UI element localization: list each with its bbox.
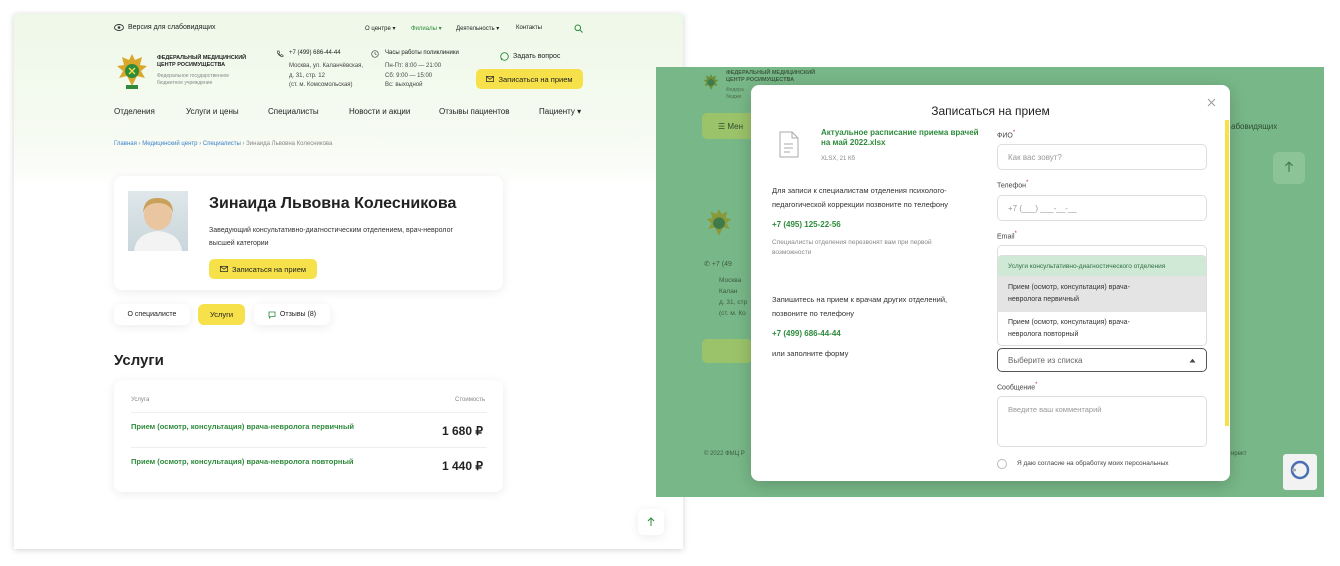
phone-label: Телефон* (997, 180, 1029, 190)
accessibility-link[interactable]: Версия для слабовидящих (114, 24, 216, 31)
schedule-file-link[interactable]: Актуальное расписание приема врачей на м… (821, 128, 979, 148)
bg-accessibility-text: абовидящих (1231, 122, 1278, 131)
fio-input[interactable]: Как вас зовут? (997, 144, 1207, 170)
consent-checkbox[interactable] (997, 459, 1007, 469)
phone-link-2[interactable]: +7 (499) 686-44-44 (772, 329, 841, 338)
service-row-1-price: 1 680 ₽ (442, 424, 483, 438)
info-block-1-note: Специалисты отделения перезвонят вам при… (772, 239, 932, 256)
message-label: Сообщение* (997, 382, 1038, 392)
logo-emblem (703, 74, 719, 90)
nav-branches[interactable]: Филиалы ▾ (411, 25, 442, 32)
bg-address: Москва Калан д. 31, стр (ст. м. Ко (719, 277, 748, 317)
info-block-1: Для записи к специалистам отделения псих… (772, 186, 948, 209)
message-textarea[interactable]: Введите ваш комментарий (997, 396, 1207, 447)
file-meta: XLSX, 21 Кб (821, 156, 855, 162)
service-row-2-price: 1 440 ₽ (442, 459, 483, 473)
header-phone[interactable]: +7 (499) 686-44-44 (289, 50, 341, 56)
breadcrumb-current: Зинаида Львовна Колесникова (246, 141, 333, 147)
eye-icon (114, 24, 124, 31)
envelope-icon (486, 76, 495, 82)
bg-menu-label: ☰ Мен (718, 122, 744, 131)
scroll-top-button[interactable] (638, 509, 664, 535)
file-icon (779, 131, 799, 158)
main-nav-services[interactable]: Услуги и цены (186, 107, 239, 116)
chevron-up-icon (1189, 358, 1196, 363)
dropdown-option[interactable]: Прием (осмотр, консультация) врача- невр… (998, 312, 1206, 345)
logo-emblem (706, 209, 732, 236)
accessibility-label: Версия для слабовидящих (128, 24, 216, 31)
divider (131, 412, 487, 413)
arrow-up-icon (1284, 161, 1294, 172)
bg-logo-title: ФЕДЕРАЛЬНЫЙ МЕДИЦИНСКИЙ ЦЕНТР РОСИМУЩЕСТ… (726, 70, 816, 83)
phone-icon (276, 50, 284, 58)
clock-icon (371, 50, 379, 58)
breadcrumb-home[interactable]: Главная (114, 141, 137, 147)
doctor-photo (128, 191, 188, 251)
hours-list: Пн-Пт: 8:00 — 21:00 Сб: 9:00 — 15:00 Вс:… (385, 63, 442, 88)
dropdown-option[interactable]: Прием (осмотр, консультация) врача- невр… (998, 276, 1206, 312)
tab-reviews[interactable]: Отзывы (8) (254, 304, 330, 325)
tab-services[interactable]: Услуги (198, 304, 245, 325)
search-icon[interactable] (574, 24, 583, 33)
bg-logo-sub: Федера бюдже (726, 87, 744, 100)
bg-footer-right: ирект (1231, 451, 1247, 457)
logo-subtitle: Федеральное государственное бюджетное уч… (157, 73, 230, 86)
chat-icon (268, 311, 276, 319)
main-nav-departments[interactable]: Отделения (114, 107, 155, 116)
col-price-header: Стоимость (455, 397, 486, 403)
recaptcha-badge (1283, 454, 1317, 490)
fio-label: ФИО* (997, 130, 1016, 140)
email-label: Email* (997, 231, 1017, 241)
tab-about[interactable]: О специалисте (114, 304, 190, 325)
breadcrumb: Главная › Медицинский центр › Специалист… (114, 141, 333, 147)
doctor-position: Заведующий консультативно-диагностически… (209, 227, 454, 247)
divider (131, 447, 487, 448)
nav-activity[interactable]: Деятельность ▾ (456, 25, 499, 32)
phone-input[interactable]: +7 (___) ___-__-__ (997, 195, 1207, 221)
recaptcha-icon (1290, 460, 1310, 480)
breadcrumb-center[interactable]: Медицинский центр (142, 141, 197, 147)
main-nav-patient[interactable]: Пациенту ▾ (539, 107, 581, 116)
breadcrumb-specialists[interactable]: Специалисты (203, 141, 241, 147)
close-icon[interactable] (1207, 98, 1216, 107)
main-nav-specialists[interactable]: Специалисты (268, 107, 319, 116)
phone-link-1[interactable]: +7 (495) 125-22-56 (772, 220, 841, 229)
dropdown-group-label: Услуги консультативно-диагностического о… (998, 256, 1206, 276)
nav-contacts[interactable]: Контакты (516, 25, 542, 31)
main-nav-news[interactable]: Новости и акции (349, 107, 410, 116)
service-select[interactable]: Выберите из списка (997, 348, 1207, 372)
service-row-1-name[interactable]: Прием (осмотр, консультация) врача-невро… (131, 422, 354, 431)
bg-footer: © 2022 ФМЦ Р (704, 451, 745, 457)
info-block-2: Запишитесь на прием к врачам других отде… (772, 295, 948, 318)
modal-title: Записаться на прием (931, 104, 1050, 118)
whatsapp-icon (500, 52, 509, 61)
hours-title: Часы работы поликлиники (385, 50, 459, 56)
info-block-2-note: или заполните форму (772, 349, 849, 358)
service-dropdown-list: Услуги консультативно-диагностического о… (997, 255, 1207, 346)
consent-label: Я даю согласие на обработку моих персона… (1017, 460, 1169, 467)
bg-phone: ✆ +7 (49 (704, 261, 732, 268)
header-address: Москва, ул. Каланчёвская, д. 31, стр. 12… (289, 63, 364, 88)
doctor-name: Зинаида Львовна Колесникова (209, 195, 457, 212)
modal-scrollbar[interactable] (1225, 120, 1229, 426)
envelope-icon (220, 266, 228, 272)
appointment-modal: Записаться на прием Актуальное расписани… (751, 85, 1230, 481)
nav-about[interactable]: О центре ▾ (365, 25, 395, 32)
logo-emblem[interactable] (114, 52, 150, 92)
bg-button (702, 339, 752, 363)
services-heading: Услуги (114, 352, 164, 369)
col-service-header: Услуга (131, 397, 150, 403)
ask-question-link[interactable]: Задать вопрос (500, 52, 560, 61)
main-nav-reviews[interactable]: Отзывы пациентов (439, 107, 510, 116)
logo-title: ФЕДЕРАЛЬНЫЙ МЕДИЦИНСКИЙ ЦЕНТР РОСИМУЩЕСТ… (157, 55, 247, 68)
header-appointment-button[interactable]: Записаться на прием (476, 69, 583, 89)
arrow-up-icon (647, 517, 655, 526)
doctor-appointment-button[interactable]: Записаться на прием (209, 259, 317, 279)
doctor-page-panel: Версия для слабовидящих О центре ▾ Филиа… (14, 14, 683, 549)
service-row-2-name[interactable]: Прием (осмотр, консультация) врача-невро… (131, 457, 353, 466)
